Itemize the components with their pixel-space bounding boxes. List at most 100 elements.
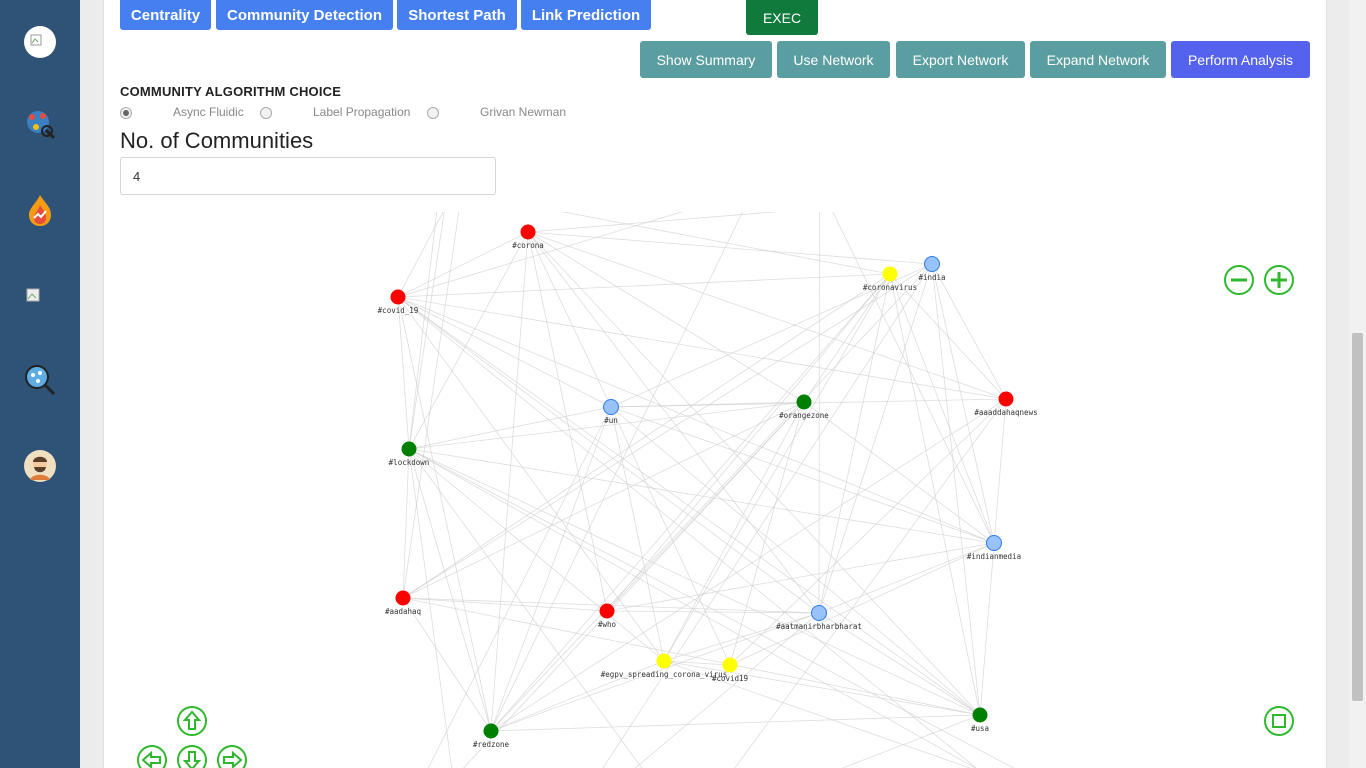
pan-right-icon[interactable] <box>217 745 247 768</box>
graph-node-label: #egpv_spreading_corona_virus <box>601 670 727 679</box>
logo-icon[interactable] <box>22 24 58 60</box>
user-avatar-icon[interactable] <box>22 448 58 484</box>
graph-node[interactable]: #redzone <box>473 723 510 750</box>
graph-node-circle[interactable] <box>882 266 898 282</box>
graph-controls[interactable] <box>137 265 1294 768</box>
trending-fire-icon[interactable] <box>22 192 58 228</box>
graph-edge <box>602 263 933 768</box>
network-search-icon[interactable] <box>22 106 58 142</box>
graph-edge <box>397 231 529 298</box>
graph-search-icon[interactable] <box>22 362 58 398</box>
graph-node-circle[interactable] <box>972 707 988 723</box>
graph-node-circle[interactable] <box>603 399 619 415</box>
graph-node-label: #coronavirus <box>863 283 917 292</box>
graph-node[interactable]: #aadahaq <box>385 590 421 617</box>
graph-node-label: #orangezone <box>779 411 829 420</box>
graph-node-label: #aadahaq <box>385 607 421 616</box>
pan-down-icon[interactable] <box>177 745 207 768</box>
graph-edge <box>397 296 1007 400</box>
graph-edge <box>397 296 612 408</box>
graph-node[interactable]: #usa <box>971 707 989 734</box>
graph-node-circle[interactable] <box>390 289 406 305</box>
graph-edge <box>610 406 981 716</box>
graph-node[interactable]: #who <box>598 603 617 630</box>
tab-link-prediction[interactable]: Link Prediction <box>521 0 651 30</box>
graph-edge <box>408 231 529 450</box>
graph-node[interactable]: #covid_19 <box>378 289 419 316</box>
graph-edge <box>561 212 891 275</box>
graph-node-label: #corona <box>512 241 544 250</box>
pan-up-icon[interactable] <box>177 706 207 736</box>
scrollbar-thumb[interactable] <box>1352 333 1363 701</box>
graph-edge <box>408 212 445 450</box>
graph-edge <box>397 273 891 298</box>
graph-node-circle[interactable] <box>656 653 672 669</box>
graph-edge <box>402 263 933 599</box>
graph-node-label: #who <box>598 620 617 629</box>
network-graph[interactable]: #corona #covid_19 #coronavirus#india #un #or… <box>104 212 1326 768</box>
graph-node-circle[interactable] <box>924 256 940 272</box>
graph-edge <box>490 398 1007 732</box>
tab-shortest-path[interactable]: Shortest Path <box>397 0 517 30</box>
broken-image-icon[interactable] <box>22 280 58 316</box>
expand-network-button[interactable]: Expand Network <box>1030 41 1166 78</box>
export-network-button[interactable]: Export Network <box>896 41 1025 78</box>
graph-edge <box>402 401 805 599</box>
graph-edge <box>402 597 981 716</box>
graph-node-circle[interactable] <box>599 603 615 619</box>
graph-edge <box>889 273 981 716</box>
graph-node[interactable]: #aatmanirbharbharat <box>776 605 862 632</box>
graph-edge <box>402 273 891 599</box>
fit-view-icon[interactable] <box>1264 706 1294 736</box>
graph-node-label: #aaaddahaqnews <box>974 408 1037 417</box>
graph-node[interactable]: #lockdown <box>389 441 430 468</box>
pan-left-icon[interactable] <box>137 745 167 768</box>
graph-edge <box>818 273 891 614</box>
graph-edge <box>490 212 743 732</box>
graph-edge <box>397 296 820 614</box>
main-panel: Centrality Community Detection Shortest … <box>103 0 1327 768</box>
graph-edge <box>634 612 820 768</box>
graph-node[interactable]: #un <box>603 399 619 426</box>
graph-node-label: #india <box>918 273 945 282</box>
graph-node-circle[interactable] <box>395 590 411 606</box>
graph-edge <box>610 406 995 544</box>
graph-node-label: #usa <box>971 724 989 733</box>
graph-node[interactable]: #egpv_spreading_corona_virus <box>601 653 727 680</box>
graph-node-circle[interactable] <box>520 224 536 240</box>
radio-grivan-newman[interactable] <box>427 107 439 119</box>
radio-label-label-propagation: Label Propagation <box>313 105 411 119</box>
graph-node-circle[interactable] <box>401 441 417 457</box>
use-network-button[interactable]: Use Network <box>777 41 890 78</box>
communities-input[interactable] <box>120 157 496 195</box>
graph-node-circle[interactable] <box>796 394 812 410</box>
algorithm-heading: COMMUNITY ALGORITHM CHOICE <box>120 84 342 99</box>
communities-label: No. of Communities <box>120 128 314 153</box>
show-summary-button[interactable]: Show Summary <box>640 41 772 78</box>
graph-node-label: #covid_19 <box>378 306 419 315</box>
zoom-out-icon[interactable] <box>1224 265 1254 295</box>
exec-button[interactable]: EXEC <box>746 0 818 35</box>
graph-node-circle[interactable] <box>986 535 1002 551</box>
graph-node[interactable]: #india <box>918 256 946 283</box>
graph-edge <box>606 542 995 612</box>
graph-edge <box>803 401 995 544</box>
graph-edge <box>527 212 778 233</box>
graph-node-circle[interactable] <box>722 657 738 673</box>
zoom-in-icon[interactable] <box>1264 265 1294 295</box>
graph-node-circle[interactable] <box>811 605 827 621</box>
radio-label-propagation[interactable] <box>260 107 272 119</box>
graph-node-circle[interactable] <box>998 391 1014 407</box>
graph-node-circle[interactable] <box>483 723 499 739</box>
graph-node[interactable]: #indianmedia <box>967 535 1021 562</box>
graph-edge <box>729 398 1007 666</box>
radio-async-fluidic[interactable] <box>120 107 132 119</box>
graph-edge <box>527 231 805 403</box>
graph-node[interactable]: #orangezone <box>779 394 829 421</box>
radio-label-async-fluidic: Async Fluidic <box>173 105 244 119</box>
graph-node-label: #un <box>604 416 618 425</box>
tab-centrality[interactable]: Centrality <box>120 0 211 30</box>
graph-edge <box>527 231 612 408</box>
tab-community-detection[interactable]: Community Detection <box>216 0 393 30</box>
perform-analysis-button[interactable]: Perform Analysis <box>1171 41 1310 78</box>
